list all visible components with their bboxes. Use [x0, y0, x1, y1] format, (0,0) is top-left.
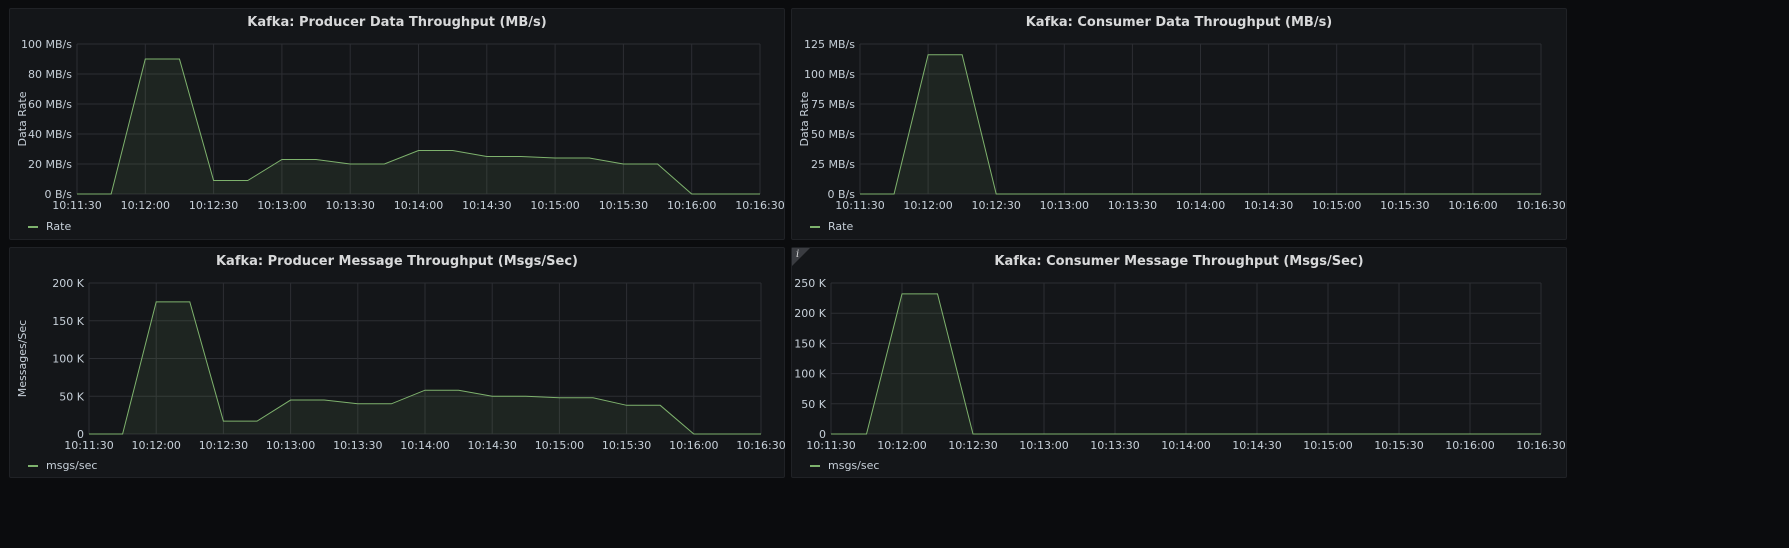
x-tick-label: 10:14:00	[1161, 439, 1210, 452]
y-tick-label: 150 K	[794, 337, 826, 350]
chart-consumer-data-throughput[interactable]: 0 B/s25 MB/s50 MB/s75 MB/s100 MB/s125 MB…	[792, 9, 1568, 241]
x-tick-label: 10:14:30	[1244, 199, 1293, 212]
x-tick-label: 10:14:30	[462, 199, 511, 212]
chart-consumer-message-throughput[interactable]: 050 K100 K150 K200 K250 K10:11:30 10:12:0…	[792, 248, 1568, 479]
y-tick-label: 25 MB/s	[811, 158, 855, 171]
y-axis-label: Data Rate	[16, 91, 29, 146]
panel-consumer-message-throughput: i Kafka: Consumer Message Throughput (Ms…	[791, 247, 1567, 478]
x-tick-label: 10:12:00	[903, 199, 952, 212]
x-tick-label: 10:16:30	[1516, 199, 1565, 212]
legend[interactable]: Rate	[28, 220, 71, 233]
x-tick-label: 10:13:30	[325, 199, 374, 212]
legend-label: msgs/sec	[828, 459, 880, 472]
x-tick-label: 10:15:30	[1380, 199, 1429, 212]
x-tick-label: 10:12:30	[199, 439, 248, 452]
x-tick-label: 10:14:30	[1232, 439, 1281, 452]
y-tick-label: 100 MB/s	[804, 68, 855, 81]
x-tick-label: 10:14:00	[400, 439, 449, 452]
y-tick-label: 60 MB/s	[28, 98, 72, 111]
y-tick-label: 50 MB/s	[811, 128, 855, 141]
chart-producer-data-throughput[interactable]: 0 B/s20 MB/s40 MB/s60 MB/s80 MB/s100 MB/…	[10, 9, 786, 241]
legend-swatch	[28, 225, 38, 228]
x-tick-label: 10:13:30	[1090, 439, 1139, 452]
x-tick-label: 10:15:00	[535, 439, 584, 452]
x-tick-label: 10:16:00	[667, 199, 716, 212]
x-tick-label: 10:14:00	[1176, 199, 1225, 212]
x-tick-label: 10:12:00	[121, 199, 170, 212]
x-tick-label: 10:13:30	[1108, 199, 1157, 212]
y-tick-label: 250 K	[794, 277, 826, 290]
y-tick-label: 200 K	[52, 277, 84, 290]
legend[interactable]: msgs/sec	[28, 459, 97, 472]
x-tick-label: 10:15:30	[599, 199, 648, 212]
legend-label: Rate	[46, 220, 72, 233]
y-tick-label: 150 K	[52, 315, 84, 328]
x-tick-label: 10:13:00	[266, 439, 315, 452]
legend-label: msgs/sec	[46, 459, 98, 472]
x-tick-label: 10:13:00	[257, 199, 306, 212]
legend-swatch	[28, 464, 38, 467]
y-tick-label: 125 MB/s	[804, 38, 855, 51]
panel-producer-message-throughput: Kafka: Producer Message Throughput (Msgs…	[9, 247, 786, 479]
y-tick-label: 20 MB/s	[28, 158, 72, 171]
x-tick-label: 10:15:00	[1303, 439, 1352, 452]
chart-producer-message-throughput[interactable]: 050 K100 K150 K200 K10:11:30 10:12:00 10:1…	[10, 248, 786, 479]
x-tick-label: 10:11:30	[835, 199, 884, 212]
y-axis-label: Data Rate	[798, 91, 811, 146]
x-tick-label: 10:16:00	[1445, 439, 1494, 452]
x-tick-label: 10:12:00	[877, 439, 926, 452]
x-tick-label: 10:13:00	[1019, 439, 1068, 452]
legend[interactable]: msgs/sec	[810, 459, 879, 472]
x-tick-label: 10:16:30	[736, 439, 785, 452]
y-axis-label: Messages/Sec	[16, 320, 29, 397]
x-tick-label: 10:16:00	[669, 439, 718, 452]
x-tick-label: 10:12:30	[971, 199, 1020, 212]
y-tick-label: 80 MB/s	[28, 68, 72, 81]
x-tick-label: 10:12:30	[189, 199, 238, 212]
legend-swatch	[810, 464, 820, 467]
legend-swatch	[810, 225, 820, 228]
panel-producer-data-throughput: Kafka: Producer Data Throughput (MB/s) 0…	[9, 8, 785, 240]
x-tick-label: 10:11:30	[806, 439, 855, 452]
legend-label: Rate	[828, 220, 854, 233]
x-tick-label: 10:15:00	[530, 199, 579, 212]
x-tick-label: 10:13:30	[333, 439, 382, 452]
x-tick-label: 10:16:30	[735, 199, 784, 212]
x-tick-label: 10:16:00	[1448, 199, 1497, 212]
x-tick-label: 10:11:30	[52, 199, 101, 212]
x-tick-label: 10:16:30	[1516, 439, 1565, 452]
y-tick-label: 200 K	[794, 307, 826, 320]
legend[interactable]: Rate	[810, 220, 853, 233]
y-tick-label: 75 MB/s	[811, 98, 855, 111]
y-tick-label: 100 MB/s	[21, 38, 72, 51]
x-tick-label: 10:12:00	[131, 439, 180, 452]
y-tick-label: 40 MB/s	[28, 128, 72, 141]
y-tick-label: 100 K	[52, 353, 84, 366]
x-tick-label: 10:14:30	[467, 439, 516, 452]
x-tick-label: 10:15:30	[1374, 439, 1423, 452]
x-tick-label: 10:14:00	[394, 199, 443, 212]
y-tick-label: 50 K	[801, 398, 826, 411]
x-tick-label: 10:15:30	[602, 439, 651, 452]
x-tick-label: 10:12:30	[948, 439, 997, 452]
x-tick-label: 10:15:00	[1312, 199, 1361, 212]
panel-consumer-data-throughput: Kafka: Consumer Data Throughput (MB/s) 0…	[791, 8, 1567, 240]
y-tick-label: 100 K	[794, 368, 826, 381]
y-tick-label: 50 K	[59, 390, 84, 403]
x-tick-label: 10:13:00	[1040, 199, 1089, 212]
x-tick-label: 10:11:30	[64, 439, 113, 452]
